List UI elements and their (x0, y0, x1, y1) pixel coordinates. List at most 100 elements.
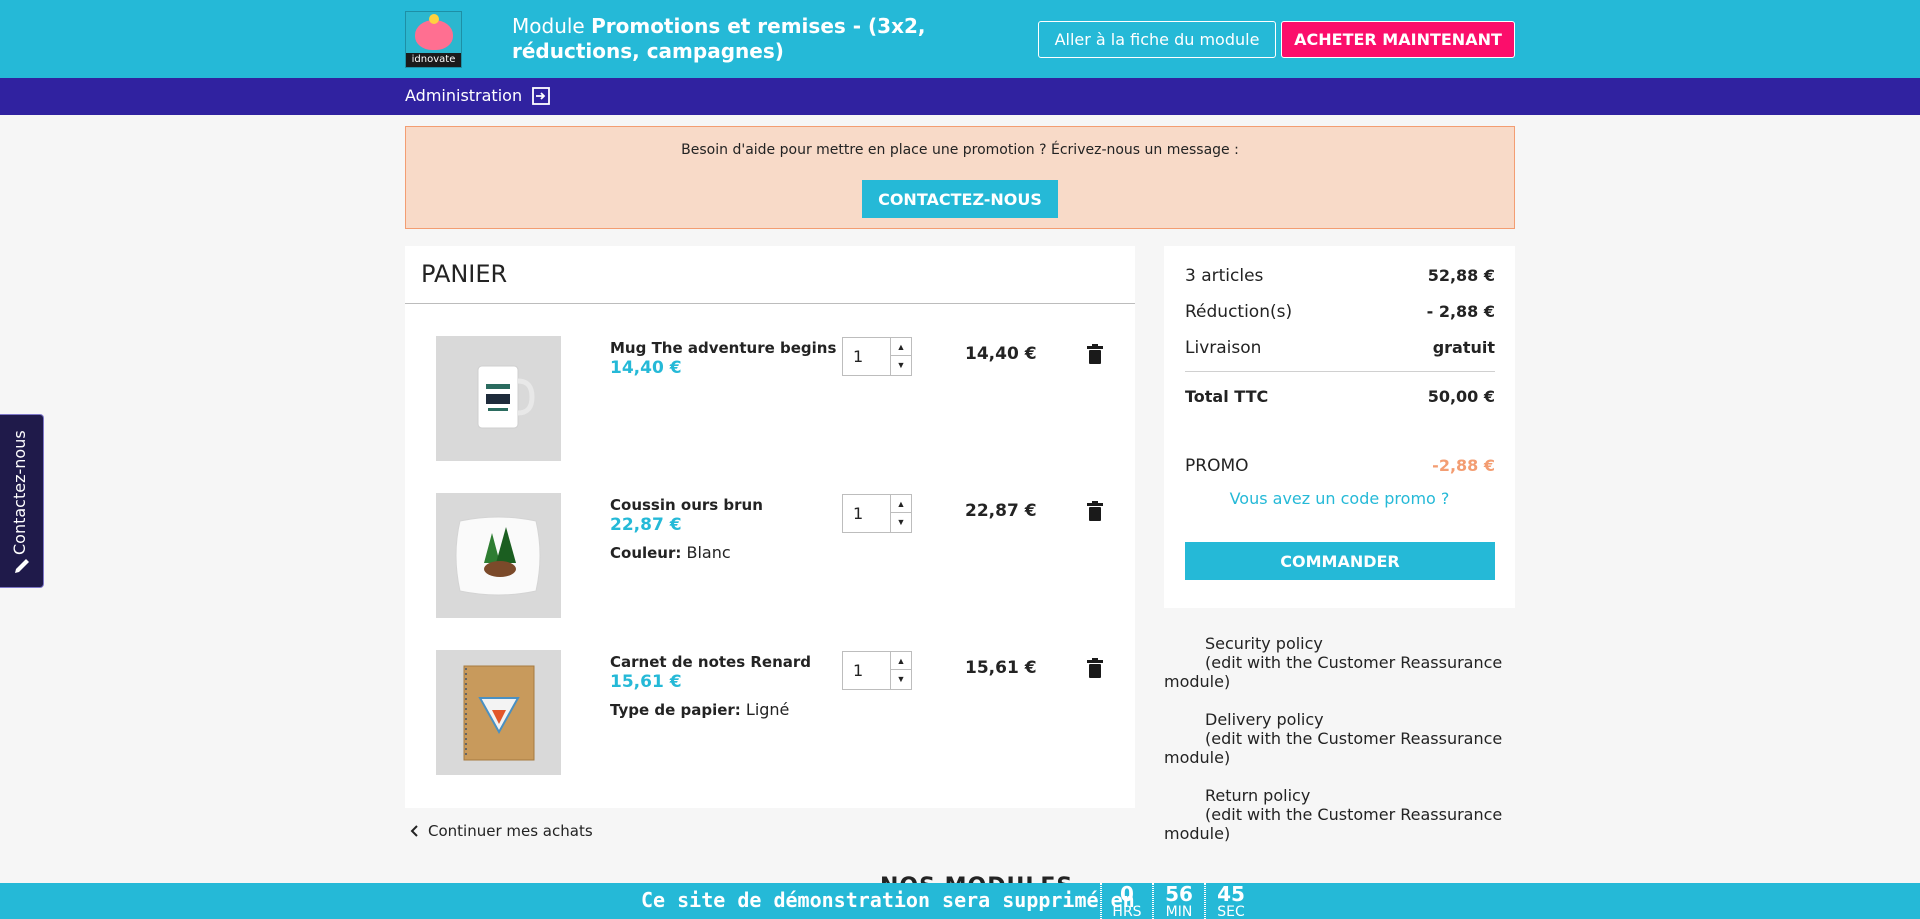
cart-title: PANIER (421, 260, 508, 288)
trash-icon[interactable] (1087, 344, 1103, 364)
cart-item: Carnet de notes Renard 15,61 € Type de p… (405, 650, 1135, 778)
reassurance-note-end: module) (1164, 824, 1231, 843)
promo-value: -2,88 € (1432, 456, 1495, 475)
promo-label: PROMO (1185, 456, 1249, 476)
cart-panel: PANIER Mug The adventure begins 14,40 € … (405, 246, 1135, 808)
quantity-up-button[interactable]: ▲ (891, 495, 911, 513)
line-total: 15,61 € (965, 658, 1037, 678)
contact-side-tab[interactable]: Contactez-nous (0, 414, 44, 588)
quantity-up-button[interactable]: ▲ (891, 652, 911, 670)
reassurance-title: Return policy (1205, 786, 1311, 805)
countdown-separator (1100, 883, 1102, 919)
admin-bar: Administration (0, 78, 1920, 115)
reductions-label: Réduction(s) (1185, 302, 1293, 322)
contact-us-button[interactable]: CONTACTEZ-NOUS (862, 180, 1058, 218)
cart-summary: 3 articles 52,88 € Réduction(s) - 2,88 €… (1164, 246, 1515, 608)
module-title: Module Promotions et remises - (3x2, réd… (512, 14, 932, 64)
product-unit-price: 15,61 € (610, 672, 682, 692)
reassurance-title: Delivery policy (1205, 710, 1324, 729)
reassurance-title: Security policy (1205, 634, 1323, 653)
quantity-input[interactable] (843, 652, 891, 689)
reassurance-return: Return policy (edit with the Customer Re… (1164, 786, 1504, 843)
product-image-notebook[interactable] (436, 650, 561, 775)
cushion-image (455, 516, 541, 596)
product-unit-price: 14,40 € (610, 358, 682, 378)
cart-item: Coussin ours brun 22,87 € Couleur: Blanc… (405, 493, 1135, 621)
contact-side-tab-label: Contactez-nous (10, 430, 29, 555)
module-page-button[interactable]: Aller à la fiche du module (1038, 21, 1276, 58)
product-name[interactable]: Coussin ours brun (610, 496, 763, 514)
pencil-icon (15, 559, 29, 573)
quantity-down-button[interactable]: ▼ (891, 356, 911, 374)
countdown-minutes-label: MIN (1165, 904, 1193, 919)
countdown-minutes: 56 MIN (1157, 883, 1201, 919)
countdown-separator (1152, 883, 1154, 919)
idnovate-logo[interactable]: idnovate (405, 11, 462, 68)
articles-label: 3 articles (1185, 266, 1264, 286)
line-total: 14,40 € (965, 344, 1037, 364)
shipping-label: Livraison (1185, 338, 1262, 358)
trash-icon[interactable] (1087, 501, 1103, 521)
quantity-down-button[interactable]: ▼ (891, 513, 911, 531)
quantity-down-button[interactable]: ▼ (891, 670, 911, 688)
countdown-separator (1204, 883, 1206, 919)
summary-reductions-row: Réduction(s) - 2,88 € (1185, 302, 1495, 322)
shipping-value: gratuit (1432, 338, 1495, 357)
mug-image (477, 365, 535, 429)
reassurance-note: (edit with the Customer Reassurance (1205, 805, 1503, 824)
promo-code-link[interactable]: Vous avez un code promo ? (1164, 489, 1515, 508)
cart-item: Mug The adventure begins 14,40 € ▲ ▼ 14,… (405, 336, 1135, 464)
attribute-value: Blanc (681, 543, 731, 562)
continue-shopping-link[interactable]: Continuer mes achats (410, 822, 593, 840)
countdown-minutes-value: 56 (1165, 882, 1193, 906)
attribute-value: Ligné (740, 700, 790, 719)
countdown-text: Ce site de démonstration sera supprimé e… (641, 888, 1135, 912)
articles-value: 52,88 € (1427, 266, 1495, 285)
quantity-stepper: ▲ ▼ (842, 337, 912, 376)
summary-shipping-row: Livraison gratuit (1185, 338, 1495, 358)
line-total: 22,87 € (965, 501, 1037, 521)
summary-divider (1185, 371, 1495, 372)
administration-link[interactable]: Administration (405, 86, 550, 105)
product-name[interactable]: Mug The adventure begins (610, 339, 836, 357)
product-image-cushion[interactable] (436, 493, 561, 618)
countdown-bar: Ce site de démonstration sera supprimé e… (0, 883, 1920, 919)
exit-icon (532, 86, 550, 105)
logo-text: idnovate (406, 53, 461, 67)
quantity-input[interactable] (843, 338, 891, 375)
help-text: Besoin d'aide pour mettre en place une p… (681, 142, 1239, 158)
quantity-input[interactable] (843, 495, 891, 532)
countdown-hours-value: 0 (1120, 882, 1134, 906)
reassurance-note: (edit with the Customer Reassurance (1205, 729, 1503, 748)
total-value: 50,00 € (1427, 387, 1495, 406)
product-name[interactable]: Carnet de notes Renard (610, 653, 811, 671)
buy-now-button[interactable]: ACHETER MAINTENANT (1281, 21, 1515, 58)
reassurance-note-end: module) (1164, 748, 1231, 767)
countdown-seconds-label: SEC (1217, 904, 1245, 919)
reassurance-note-end: module) (1164, 672, 1231, 691)
help-banner: Besoin d'aide pour mettre en place une p… (405, 126, 1515, 229)
chevron-left-icon (410, 825, 418, 837)
reductions-value: - 2,88 € (1426, 302, 1495, 321)
product-unit-price: 22,87 € (610, 515, 682, 535)
reassurance-security: Security policy (edit with the Customer … (1164, 634, 1504, 691)
attribute-label: Couleur: (610, 544, 682, 562)
administration-label: Administration (405, 86, 523, 105)
top-header-bar: idnovate Module Promotions et remises - … (0, 0, 1920, 78)
countdown-hours: 0 HRS (1105, 883, 1149, 919)
quantity-stepper: ▲ ▼ (842, 494, 912, 533)
trash-icon[interactable] (1087, 658, 1103, 678)
countdown-hours-label: HRS (1112, 904, 1142, 919)
summary-articles-row: 3 articles 52,88 € (1185, 266, 1495, 286)
countdown-seconds: 45 SEC (1209, 883, 1253, 919)
summary-promo-row: PROMO -2,88 € (1185, 456, 1495, 476)
quantity-stepper: ▲ ▼ (842, 651, 912, 690)
reassurance-note: (edit with the Customer Reassurance (1205, 653, 1503, 672)
quantity-up-button[interactable]: ▲ (891, 338, 911, 356)
countdown-seconds-value: 45 (1217, 882, 1245, 906)
reassurance-delivery: Delivery policy (edit with the Customer … (1164, 710, 1504, 767)
product-image-mug[interactable] (436, 336, 561, 461)
order-button[interactable]: COMMANDER (1185, 542, 1495, 580)
piggy-bank-icon (415, 14, 453, 50)
product-attribute: Couleur: Blanc (610, 543, 731, 562)
